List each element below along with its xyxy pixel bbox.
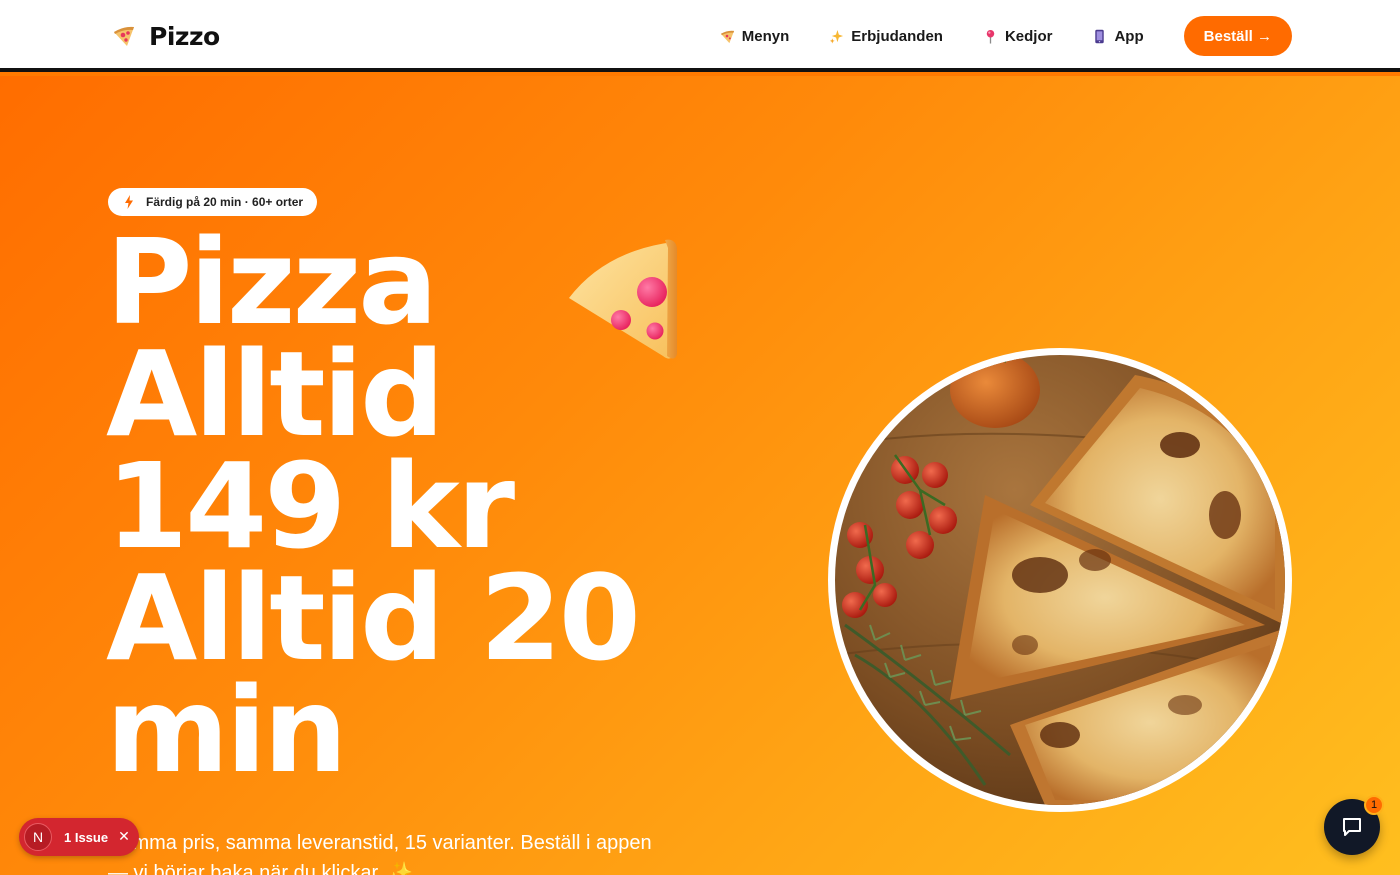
phone-icon [1095,29,1105,43]
headline-line: Alltid [106,325,445,463]
pizza-photo-frame [828,348,1292,812]
nav-links: Menyn Erbjudanden Kedjor App Beställ → [720,16,1292,56]
badge-text: Färdig på 20 min · 60+ orter [146,195,304,209]
close-icon[interactable]: ✕ [118,829,130,845]
nav-item-erbjudanden[interactable]: Erbjudanden [829,28,943,45]
hero-headline: Pizza Alltid 149 kr Alltid 20 min [106,213,641,799]
nav-item-label: Kedjor [1004,27,1053,45]
chat-bubble-icon [1343,818,1361,836]
top-navigation: Pizzo Menyn Erbjudanden Kedjor App Bestä… [0,0,1400,72]
nav-item-label: Menyn [741,27,790,45]
delivery-badge: Färdig på 20 min · 60+ orter [108,188,318,216]
hero-subtitle: Samma pris, samma leveranstid, 15 varian… [108,832,652,875]
pizza-slice-3d-icon [569,239,677,359]
pin-icon [986,29,995,44]
nav-item-kedjor[interactable]: Kedjor [983,27,1053,45]
issue-avatar: N [24,823,52,851]
nav-item-app[interactable]: App [1092,27,1144,45]
pizza-photo [835,355,1285,805]
headline-line: min [106,661,347,799]
pizza-slice-icon [720,30,734,43]
nav-item-label: App [1114,27,1144,45]
order-button[interactable]: Beställ → [1183,16,1292,56]
headline-line: 149 kr [106,437,515,575]
chat-notification-badge: 1 [1364,795,1384,815]
lightning-icon [125,195,133,209]
pizza-slice-icon [114,26,134,46]
hero-section: Färdig på 20 min · 60+ orter Pizza Allti… [0,76,1400,875]
brand-logo[interactable]: Pizzo [111,20,220,52]
nav-item-label: Erbjudanden [851,27,943,45]
issue-count-text: 1 Issue [64,829,109,845]
headline-line: Pizza [106,213,438,351]
issues-indicator[interactable]: N 1 Issue ✕ [19,818,139,856]
sparkles-icon [830,29,844,44]
nav-item-menyn[interactable]: Menyn [720,27,790,45]
headline-line: Alltid 20 [106,549,641,687]
brand-name: Pizzo [149,21,220,51]
